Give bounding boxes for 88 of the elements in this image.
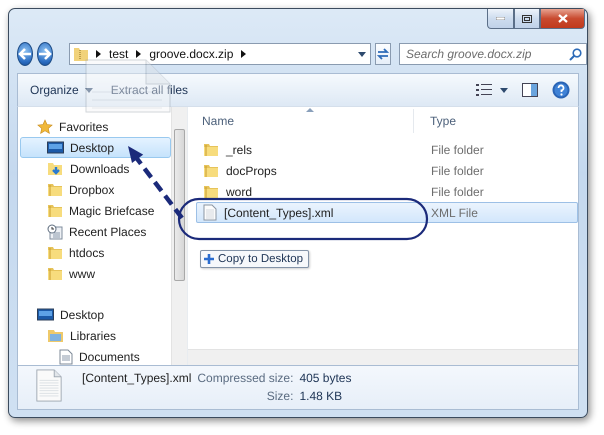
nav-label: www (69, 266, 95, 280)
nav-item[interactable]: Recent Places (20, 221, 171, 242)
details-file-name: [Content_Types].xml (82, 371, 192, 385)
search-field[interactable]: Search groove.docx.zip (399, 43, 587, 65)
close-icon (558, 14, 568, 23)
sort-caret-icon (306, 108, 314, 112)
preview-pane-icon[interactable] (522, 83, 538, 97)
back-arrow-icon (18, 48, 32, 60)
details-value: 405 bytes (299, 371, 352, 385)
nav-label: Downloads (70, 162, 130, 176)
folder-icon (47, 245, 63, 260)
downloads-folder-icon (47, 160, 64, 176)
folder-icon (203, 184, 219, 199)
refresh-icon (376, 48, 390, 60)
file-type: XML File (430, 206, 479, 220)
nav-item[interactable]: Libraries (20, 325, 171, 346)
search-icon (569, 48, 582, 60)
file-type: File folder (430, 164, 485, 178)
desktop-icon (47, 140, 64, 154)
folder-icon (47, 182, 63, 197)
folder-icon (203, 142, 219, 157)
file-row[interactable]: [Content_Types].xml XML File (196, 202, 578, 223)
back-button[interactable] (17, 42, 33, 66)
minimize-button[interactable] (487, 9, 514, 29)
nav-label: Dropbox (69, 182, 114, 196)
desktop-icon (37, 308, 54, 322)
nav-item[interactable]: Dropbox (20, 179, 171, 200)
minimize-icon (496, 17, 505, 20)
nav-label: Favorites (59, 120, 108, 134)
details-label: Size: (266, 389, 294, 403)
file-name: word (226, 184, 252, 198)
nav-item[interactable]: www (20, 263, 171, 284)
folder-icon (47, 203, 63, 218)
help-icon[interactable] (552, 81, 570, 99)
view-caret-icon (500, 88, 508, 92)
nav-item[interactable]: htdocs (20, 242, 171, 263)
file-name: [Content_Types].xml (224, 206, 334, 220)
nav-label: Documents (79, 350, 140, 364)
folder-icon (47, 266, 63, 281)
column-header[interactable]: Type (414, 109, 578, 133)
address-bar[interactable]: test groove.docx.zip (69, 43, 371, 65)
nav-label: htdocs (69, 246, 104, 260)
maximize-icon (522, 14, 532, 22)
nav-item[interactable]: Desktop (20, 304, 171, 325)
maximize-button[interactable] (514, 9, 540, 29)
plus-icon (204, 254, 214, 264)
file-row[interactable]: _rels File folder (196, 139, 578, 160)
folder-icon (203, 163, 219, 178)
nav-label: Magic Briefcase (69, 204, 154, 218)
chevron-icon (241, 50, 246, 58)
file-type: File folder (430, 184, 485, 198)
nav-item[interactable]: Desktop (20, 137, 171, 158)
nav-item[interactable]: Favorites (20, 116, 171, 137)
nav-label: Libraries (70, 328, 116, 342)
horizontal-scrollbar[interactable] (188, 349, 578, 365)
details-label: Compressed size: (197, 371, 294, 385)
view-list-icon[interactable] (476, 83, 492, 97)
library-icon (47, 328, 64, 343)
file-name: docProps (226, 164, 277, 178)
nav-label: Desktop (70, 140, 114, 154)
vertical-scrollbar[interactable] (171, 107, 187, 365)
chevron-icon (96, 50, 101, 58)
file-icon (203, 204, 217, 221)
file-type: File folder (430, 142, 485, 156)
dropdown-caret-icon (358, 52, 366, 56)
recent-places-icon (47, 224, 63, 240)
file-large-icon (36, 369, 62, 402)
nav-label: Recent Places (69, 224, 146, 238)
close-button[interactable] (540, 9, 585, 29)
zip-folder-icon (74, 47, 88, 61)
nav-item[interactable]: Downloads (20, 158, 171, 179)
organize-menu[interactable]: Organize (30, 83, 93, 97)
forward-button[interactable] (37, 42, 53, 66)
chevron-icon (136, 50, 142, 58)
file-row[interactable]: word File folder (196, 181, 578, 202)
nav-label: Desktop (60, 308, 104, 322)
details-value: 1.48 KB (299, 389, 344, 403)
breadcrumb-item[interactable]: groove.docx.zip (149, 47, 234, 61)
tooltip-text: Copy to Desktop (218, 253, 304, 265)
caret-icon (84, 88, 93, 92)
breadcrumb-item[interactable]: test (109, 47, 128, 61)
file-name: _rels (226, 142, 252, 156)
nav-item[interactable]: Documents (20, 346, 171, 365)
file-row[interactable]: docProps File folder (196, 160, 578, 181)
refresh-button[interactable] (375, 43, 391, 65)
forward-arrow-icon (38, 48, 52, 60)
star-icon (37, 118, 53, 134)
nav-item[interactable]: Magic Briefcase (20, 200, 171, 221)
